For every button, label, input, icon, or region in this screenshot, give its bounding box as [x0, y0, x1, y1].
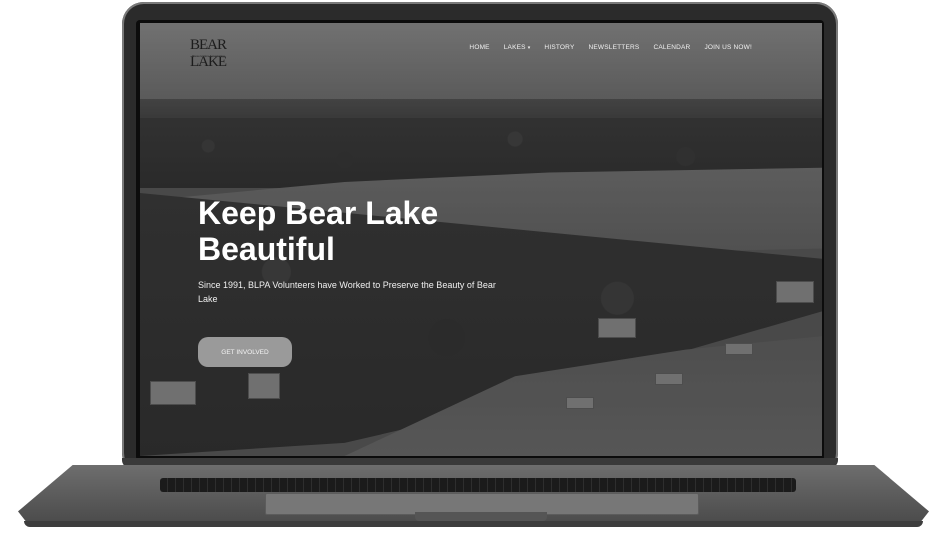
- nav-item-home[interactable]: HOME: [469, 44, 489, 51]
- nav-item-calendar[interactable]: CALENDAR: [653, 44, 690, 51]
- nav-item-lakes-label: LAKES: [503, 44, 526, 51]
- nav-item-join-us[interactable]: JOIN US NOW!: [704, 44, 752, 51]
- base-edge: [24, 521, 923, 527]
- logo-subtext: Preservation Association: [192, 54, 225, 58]
- keyboard: [160, 478, 796, 492]
- hero-subtitle: Since 1991, BLPA Volunteers have Worked …: [198, 280, 496, 304]
- nav-item-history[interactable]: HISTORY: [544, 44, 574, 51]
- lid-notch: [415, 512, 547, 521]
- main-nav: HOME LAKES ▾ HISTORY NEWSLETTERS CALENDAR…: [469, 44, 752, 51]
- nav-item-lakes[interactable]: LAKES ▾: [504, 44, 531, 51]
- site-logo[interactable]: BEAR LAKE Preservation Association: [190, 37, 250, 70]
- chevron-down-icon: ▾: [527, 45, 531, 51]
- get-involved-button[interactable]: GET INVOLVED: [198, 337, 292, 367]
- nav-item-newsletters[interactable]: NEWSLETTERS: [588, 44, 639, 51]
- hero-title: Keep Bear Lake Beautiful: [198, 195, 439, 267]
- website-screen: BEAR LAKE Preservation Association HOME …: [140, 23, 822, 456]
